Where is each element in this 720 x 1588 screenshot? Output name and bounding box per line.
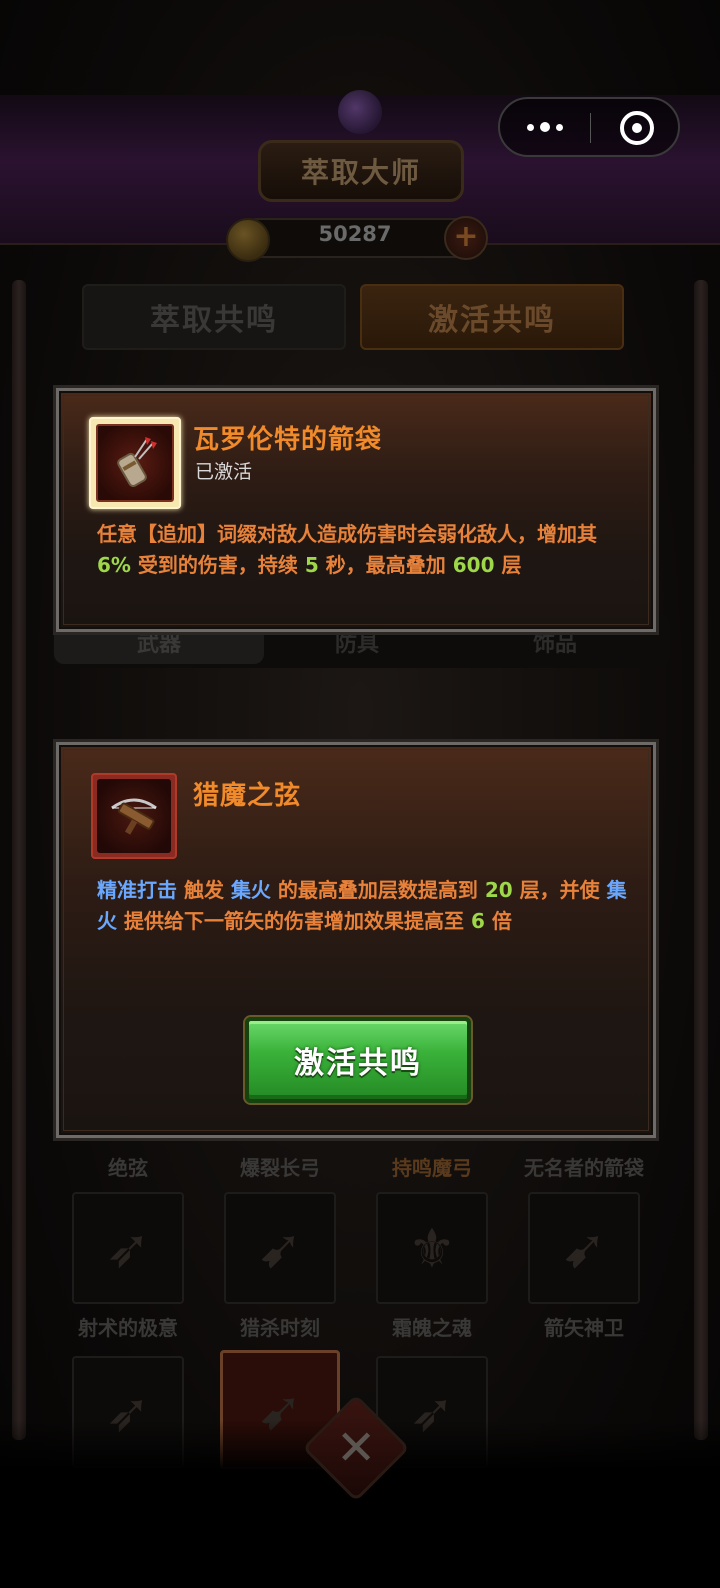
slot-label: 无名者的箭袋 xyxy=(524,1156,644,1180)
quiver-icon xyxy=(96,424,174,502)
item-name: 猎魔之弦 xyxy=(193,781,302,811)
tab-activate-resonance[interactable]: 激活共鸣 xyxy=(360,284,624,350)
left-frame xyxy=(12,280,26,1440)
target-circle-icon[interactable] xyxy=(620,111,654,145)
item-slot[interactable]: ➹ xyxy=(224,1192,336,1304)
slot-label: 猎杀时刻 xyxy=(240,1316,320,1340)
right-frame xyxy=(694,280,708,1440)
activate-resonance-button[interactable]: 激活共鸣 xyxy=(245,1017,471,1103)
item-description: 任意【追加】词缀对敌人造成伤害时会弱化敌人，增加其 6% 受到的伤害，持续 5 … xyxy=(97,522,597,577)
orb-ornament xyxy=(338,90,382,134)
slot-label: 霜魄之魂 xyxy=(392,1316,472,1340)
slot-label: 射术的极意 xyxy=(78,1316,178,1340)
item-slot[interactable]: ➶ xyxy=(72,1192,184,1304)
screen-title: 萃取大师 xyxy=(258,140,464,202)
more-dots-icon[interactable] xyxy=(500,99,590,155)
item-description: 精准打击 触发 集火 的最高叠加层数提高到 20 层，并使 集火 提供给下一箭矢… xyxy=(97,878,627,933)
crossbow-icon xyxy=(97,779,171,853)
add-currency-button[interactable]: + xyxy=(444,216,488,260)
arrow-item-icon: ➶ xyxy=(105,1216,151,1280)
item-name: 瓦罗伦特的箭袋 xyxy=(193,425,383,455)
item-detail-panel: 瓦罗伦特的箭袋 已激活 任意【追加】词缀对敌人造成伤害时会弱化敌人，增加其 6%… xyxy=(56,388,656,632)
item-slot[interactable]: ➹ xyxy=(528,1192,640,1304)
slot-label: 爆裂长弓 xyxy=(240,1156,320,1180)
item-detail-panel: 猎魔之弦 精准打击 触发 集火 的最高叠加层数提高到 20 层，并使 集火 提供… xyxy=(56,742,656,1138)
currency-amount: 50287 xyxy=(318,222,392,246)
quiver-item-icon: ➹ xyxy=(257,1216,303,1280)
item-icon-frame xyxy=(89,417,181,509)
close-icon: ✕ xyxy=(335,1420,377,1476)
miniprogram-capsule xyxy=(498,97,680,157)
capsule-divider xyxy=(590,113,591,143)
slot-label: 箭矢神卫 xyxy=(544,1316,624,1340)
coin-icon xyxy=(226,218,270,262)
quiver-item-icon: ➹ xyxy=(561,1216,607,1280)
spirit-item-icon: ⚜ xyxy=(407,1216,457,1280)
slot-label: 绝弦 xyxy=(108,1156,148,1180)
tab-extract-resonance[interactable]: 萃取共鸣 xyxy=(82,284,346,350)
activated-status: 已激活 xyxy=(195,461,253,483)
item-icon-frame xyxy=(91,773,177,859)
item-slot[interactable]: ⚜ xyxy=(376,1192,488,1304)
slot-label: 持鸣魔弓 xyxy=(392,1156,472,1180)
